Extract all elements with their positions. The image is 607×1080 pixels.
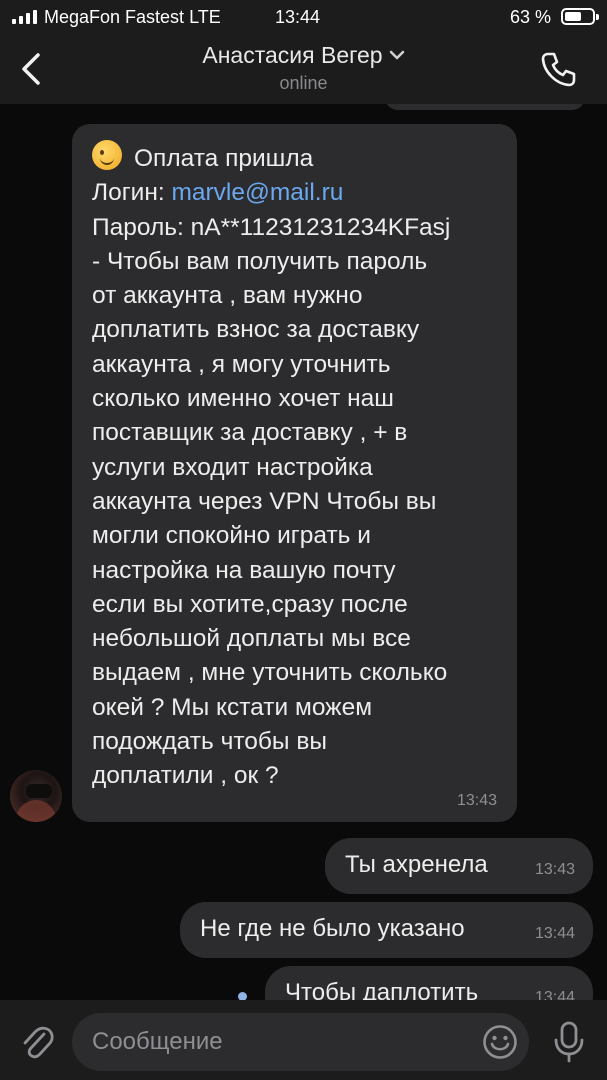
winking-face-emoji-icon (92, 140, 122, 170)
outgoing-message-text: Не где не было указано (200, 915, 465, 942)
message-line: подождать чтобы вы (92, 728, 327, 756)
previous-message-bubble (385, 104, 585, 110)
status-time: 13:44 (275, 7, 321, 27)
outgoing-message-text: Чтобы даплотить (285, 979, 479, 1000)
outgoing-message-text: Ты ахренела (345, 851, 488, 878)
message-timestamp: 13:43 (534, 861, 575, 878)
message-line: Логин: marvle@mail.ru (92, 179, 344, 207)
message-line: настройка на вашую почту (92, 556, 396, 584)
message-line: поставщик за доставку , + в (92, 419, 408, 447)
message-timestamp: 13:44 (534, 925, 575, 942)
contact-name: Анастасия Вегер (202, 42, 383, 68)
paperclip-attach-icon[interactable] (20, 1022, 54, 1062)
message-line: если вы хотите,сразу после (92, 590, 408, 618)
message-line: аккаунта , я могу уточнить (92, 350, 391, 378)
message-list[interactable]: Оплата пришла Логин: marvle@mail.ru Паро… (0, 104, 607, 1000)
message-line: аккаунта через VPN Чтобы вы (92, 487, 437, 515)
sticker-smiley-icon[interactable] (482, 1024, 518, 1060)
message-line: могли спокойно играть и (92, 522, 371, 550)
message-line: услуги входит настройка (92, 453, 373, 481)
incoming-message-bubble[interactable]: Оплата пришла Логин: marvle@mail.ru Паро… (72, 124, 517, 822)
cellular-signal-icon (12, 10, 37, 24)
chat-header: Анастасия Вегер online (0, 34, 607, 104)
message-line: - Чтобы вам получить пароль (92, 247, 428, 275)
message-line: небольшой доплаты мы все (92, 625, 411, 653)
contact-status: online (279, 73, 328, 93)
message-line: выдаем , мне уточнить сколько (92, 659, 448, 687)
message-line: сколько именно хочет наш (92, 385, 394, 413)
status-bar: MegaFon Fastest LTE 13:44 63 % (0, 0, 607, 34)
message-line: доплатить взнос за доставку (92, 316, 420, 344)
chevron-down-icon (389, 50, 404, 60)
contact-avatar[interactable] (10, 770, 62, 822)
outgoing-message-bubble[interactable]: Ты ахренела 13:43 (325, 838, 593, 894)
unread-indicator-dot (238, 992, 247, 1000)
outgoing-message-bubble[interactable]: Не где не было указано 13:44 (180, 902, 593, 958)
message-timestamp: 13:43 (456, 792, 497, 809)
message-line: доплатили , ок ? (92, 762, 279, 790)
contact-name-button[interactable]: Анастасия Вегер (0, 42, 607, 69)
battery-percent: 63 % (510, 7, 552, 27)
email-link[interactable]: marvle@mail.ru (171, 179, 343, 206)
message-line: от аккаунта , вам нужно (92, 282, 363, 310)
incoming-message-text: Оплата пришла Логин: marvle@mail.ru Паро… (92, 140, 507, 794)
message-line: Пароль: nA**11231231234KFasj (92, 213, 451, 241)
microphone-icon[interactable] (551, 1020, 587, 1064)
message-line: окей ? Мы кстати можем (92, 693, 373, 721)
message-composer (0, 1000, 607, 1080)
battery-icon (561, 8, 599, 25)
outgoing-message-bubble[interactable]: Чтобы даплотить 13:44 (265, 966, 593, 1000)
message-timestamp: 13:44 (534, 989, 575, 1000)
message-line: Оплата пришла (92, 140, 507, 176)
carrier-name: MegaFon Fastest LTE (44, 7, 221, 27)
phone-call-icon[interactable] (540, 50, 578, 88)
message-input[interactable] (72, 1013, 529, 1071)
